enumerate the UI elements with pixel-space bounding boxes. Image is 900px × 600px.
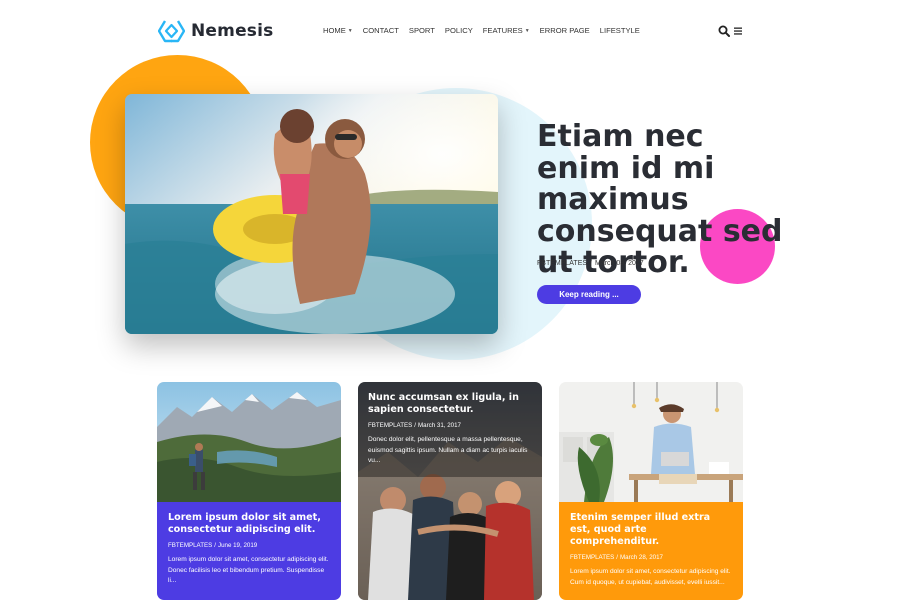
card-body: Lorem ipsum dolor sit amet, consectetur … [157, 502, 341, 600]
nav-item-label: LIFESTYLE [599, 26, 640, 35]
author-name[interactable]: FBTEMPLATES [168, 542, 212, 549]
nav-item-label: HOME [323, 26, 346, 35]
author-name[interactable]: FBTEMPLATES [368, 422, 412, 429]
meta-separator: / [214, 542, 216, 549]
nav-item-lifestyle[interactable]: LIFESTYLE [600, 26, 640, 35]
nav-item-home[interactable]: HOME ▼ [323, 26, 353, 35]
hero-title[interactable]: Etiam nec enim id mi maximus consequat s… [537, 121, 797, 279]
nav-item-error-page[interactable]: ERROR PAGE [540, 26, 590, 35]
meta-separator: / [414, 422, 416, 429]
nav-item-features[interactable]: FEATURES ▼ [483, 26, 530, 35]
nav-item-label: POLICY [444, 26, 473, 35]
card-meta: FBTEMPLATES / March 28, 2017 [570, 554, 733, 561]
post-card[interactable]: Etenim semper illud extra est, quod arte… [559, 382, 743, 600]
post-card[interactable]: Lorem ipsum dolor sit amet, consectetur … [157, 382, 341, 600]
card-image[interactable] [559, 382, 743, 502]
post-date: March 08, 2017 [595, 260, 644, 267]
card-body: Nunc accumsan ex ligula, in sapien conse… [358, 382, 542, 467]
card-meta: FBTEMPLATES / March 31, 2017 [368, 422, 532, 429]
main-nav: HOME ▼ CONTACT SPORT POLICY FEATURES ▼ ERR… [323, 26, 640, 35]
nav-item-label: SPORT [408, 26, 435, 35]
hero-image[interactable] [125, 94, 498, 334]
menu-icon[interactable] [734, 27, 742, 35]
card-excerpt: Lorem ipsum dolor sit amet, consectetur … [168, 556, 329, 585]
nav-item-policy[interactable]: POLICY [445, 26, 473, 35]
hero-photo-beach [125, 94, 498, 334]
post-date: March 31, 2017 [417, 422, 461, 429]
card-excerpt: Donec dolor elit, pellentesque a massa p… [368, 436, 528, 465]
nav-item-label: CONTACT [362, 26, 399, 35]
card-photo-mountains [157, 382, 341, 502]
logo-text: Nemesis [191, 21, 274, 41]
card-title[interactable]: Etenim semper illud extra est, quod arte… [570, 512, 733, 548]
author-name[interactable]: FBTEMPLATES [570, 554, 614, 561]
keep-reading-button[interactable]: Keep reading ... [537, 285, 641, 304]
card-meta: FBTEMPLATES / June 19, 2019 [168, 542, 331, 549]
post-date: March 28, 2017 [619, 554, 663, 561]
logo-icon [158, 20, 185, 43]
meta-separator: / [590, 260, 592, 267]
search-icon[interactable] [718, 25, 730, 37]
card-excerpt: Lorem ipsum dolor sit amet, consectetur … [570, 568, 731, 586]
card-photo-office [559, 382, 743, 502]
card-title[interactable]: Lorem ipsum dolor sit amet, consectetur … [168, 512, 331, 536]
chevron-down-icon: ▼ [347, 27, 353, 34]
meta-separator: / [616, 554, 618, 561]
card-title[interactable]: Nunc accumsan ex ligula, in sapien conse… [368, 392, 532, 416]
site-logo[interactable]: Nemesis [158, 19, 273, 43]
post-card[interactable]: Nunc accumsan ex ligula, in sapien conse… [358, 382, 542, 600]
chevron-down-icon: ▼ [524, 27, 530, 34]
nav-item-label: ERROR PAGE [539, 26, 590, 35]
author-name[interactable]: FBTEMPLATES [537, 260, 587, 267]
nav-item-label: FEATURES [482, 26, 523, 35]
nav-item-sport[interactable]: SPORT [409, 26, 435, 35]
nav-item-contact[interactable]: CONTACT [363, 26, 399, 35]
hero-meta: FBTEMPLATES / March 08, 2017 [537, 260, 644, 267]
post-date: June 19, 2019 [217, 542, 258, 549]
card-body: Etenim semper illud extra est, quod arte… [559, 502, 743, 600]
card-image[interactable] [157, 382, 341, 502]
